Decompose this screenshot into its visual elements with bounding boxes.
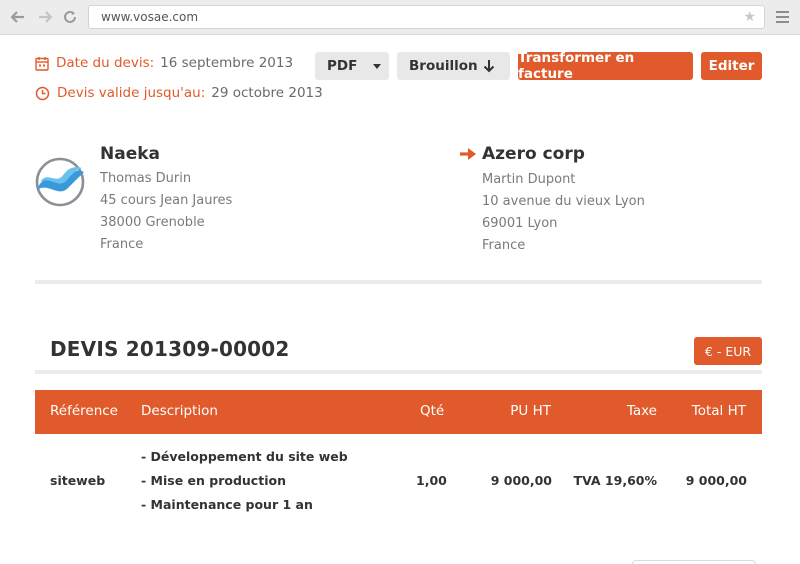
sender-contact: Thomas Durin	[100, 171, 192, 186]
row-tax: TVA 19,60%	[573, 473, 657, 488]
clock-icon	[35, 86, 50, 101]
row-description-line: - Mise en production	[141, 473, 286, 488]
row-quantity: 1,00	[416, 473, 447, 488]
sender-address: 45 cours Jean Jaures	[100, 193, 233, 208]
edit-button[interactable]: Editer	[701, 52, 762, 80]
table-header: Référence Description Qté PU HT Taxe Tot…	[35, 390, 762, 434]
recipient-city: 69001 Lyon	[482, 216, 558, 231]
recipient-contact: Martin Dupont	[482, 172, 576, 187]
recipient-address: 10 avenue du vieux Lyon	[482, 194, 645, 209]
col-description: Description	[141, 403, 218, 419]
chevron-down-icon	[373, 64, 381, 69]
row-reference: siteweb	[50, 473, 106, 488]
pdf-dropdown-button[interactable]: PDF	[315, 52, 389, 80]
row-description-line: - Maintenance pour 1 an	[141, 497, 313, 512]
document-title: DEVIS 201309-00002	[50, 337, 290, 361]
calendar-icon	[35, 56, 49, 71]
col-total: Total HT	[691, 403, 746, 419]
totals-box-edge	[632, 560, 756, 564]
sender-city: 38000 Grenoble	[100, 215, 205, 230]
col-reference: Référence	[50, 403, 118, 419]
address-bar[interactable]: www.vosae.com ★	[88, 5, 765, 29]
star-icon[interactable]: ★	[743, 9, 756, 25]
arrow-down-icon	[483, 59, 495, 77]
row-description-line: - Développement du site web	[141, 449, 348, 464]
section-divider	[35, 280, 762, 284]
quote-date-value: 16 septembre 2013	[160, 55, 294, 71]
title-divider	[35, 370, 762, 374]
naeka-logo	[34, 156, 86, 208]
transform-invoice-button[interactable]: Transformer en facture	[518, 50, 693, 82]
quote-validity-label: Devis valide jusqu'au:	[57, 85, 206, 101]
row-unit-price: 9 000,00	[490, 473, 552, 488]
quote-date: Date du devis: 16 septembre 2013	[35, 55, 293, 71]
quote-date-label: Date du devis:	[56, 55, 155, 71]
currency-badge[interactable]: € - EUR	[694, 337, 762, 365]
col-quantity: Qté	[420, 403, 445, 419]
recipient-country: France	[482, 238, 526, 253]
url-text: www.vosae.com	[101, 10, 199, 24]
col-tax: Taxe	[626, 403, 657, 419]
reload-icon[interactable]	[62, 9, 78, 25]
browser-toolbar: www.vosae.com ★	[0, 0, 800, 35]
col-unit-price: PU HT	[510, 403, 551, 419]
hamburger-menu-icon[interactable]	[776, 11, 789, 23]
sender-name: Naeka	[100, 144, 161, 164]
quote-validity: Devis valide jusqu'au: 29 octobre 2013	[35, 85, 323, 101]
forward-icon[interactable]	[37, 9, 53, 25]
sender-country: France	[100, 237, 144, 252]
arrow-right-icon	[459, 146, 477, 166]
quote-validity-value: 29 octobre 2013	[211, 85, 323, 101]
row-total: 9 000,00	[685, 473, 747, 488]
status-button[interactable]: Brouillon	[397, 52, 510, 80]
back-icon[interactable]	[10, 9, 26, 25]
recipient-name: Azero corp	[482, 144, 585, 164]
status-label: Brouillon	[409, 58, 478, 74]
pdf-label: PDF	[327, 58, 358, 74]
